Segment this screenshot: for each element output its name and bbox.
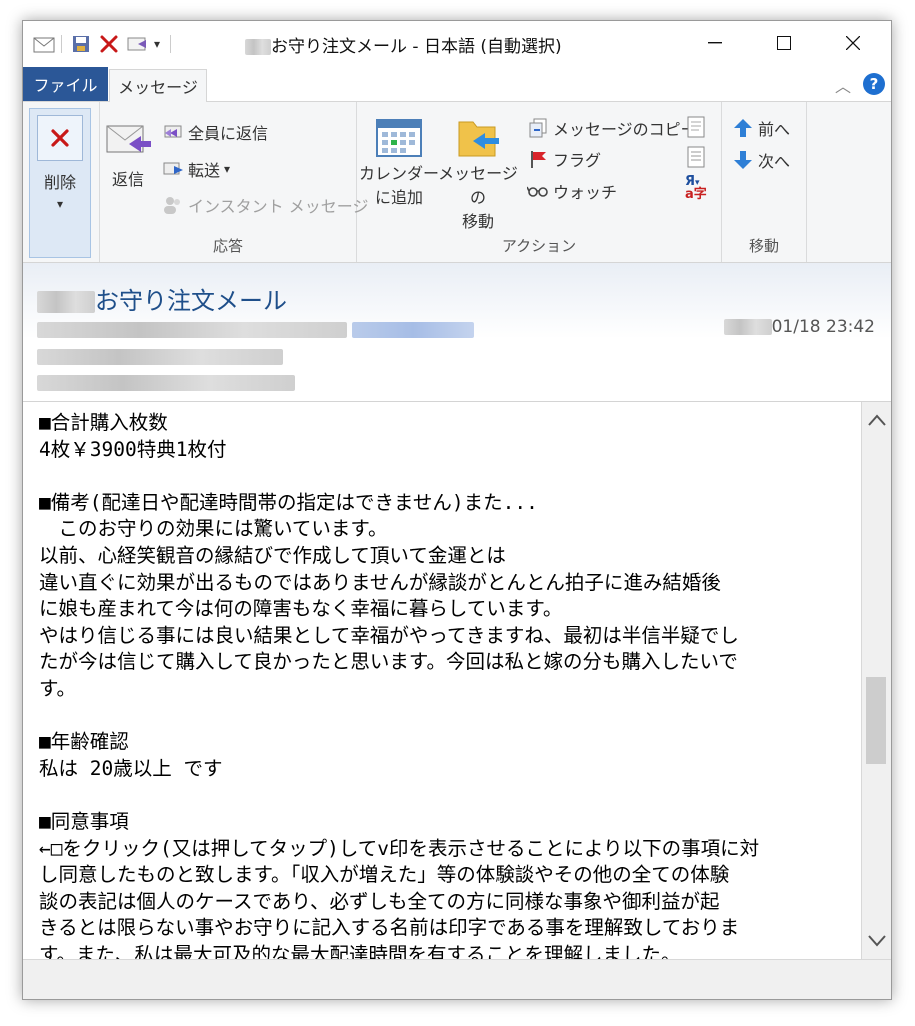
- instant-message-button[interactable]: インスタント メッセージ: [162, 193, 368, 217]
- quick-access-toolbar: ▾: [33, 33, 172, 55]
- reply-icon[interactable]: [126, 33, 148, 55]
- forward-dropdown-icon[interactable]: ▾: [224, 162, 230, 176]
- navigation-group: 前へ 次へ 移動: [722, 102, 807, 262]
- scroll-down-button[interactable]: [862, 923, 891, 959]
- instant-message-label: インスタント メッセージ: [188, 197, 369, 216]
- actions-group: カレンダー に追加 メッセージの 移動 メッセージのコピー フラグ ウォッチ Я…: [357, 102, 722, 262]
- copy-label: メッセージのコピー: [553, 120, 697, 139]
- redacted-date-prefix: [723, 319, 772, 335]
- qat-dropdown-icon[interactable]: ▾: [154, 37, 160, 51]
- collapse-ribbon-icon[interactable]: ︿: [835, 73, 851, 97]
- calendar-label-2: に追加: [374, 188, 423, 207]
- close-button[interactable]: [821, 21, 885, 65]
- toolbar-separator: [170, 35, 172, 53]
- view-source-icon[interactable]: [687, 116, 705, 142]
- forward-icon: [162, 158, 184, 180]
- next-label: 次へ: [758, 152, 791, 171]
- copy-message-button[interactable]: メッセージのコピー: [527, 116, 697, 140]
- reply-all-button[interactable]: 全員に返信: [162, 120, 268, 144]
- redacted-sender: [37, 319, 475, 338]
- reply-label: 返信: [111, 170, 144, 189]
- reply-button[interactable]: 返信: [104, 116, 152, 190]
- watch-label: ウォッチ: [553, 183, 618, 202]
- envelope-icon: [33, 33, 55, 55]
- arrow-down-icon: [732, 149, 754, 171]
- previous-label: 前へ: [758, 120, 791, 139]
- chevron-up-icon: [867, 414, 886, 426]
- redacted-shop-name: [37, 291, 95, 313]
- encoding-icon[interactable]: Я▾ a字: [685, 175, 707, 201]
- arrow-up-icon: [732, 117, 754, 139]
- next-button[interactable]: 次へ: [732, 148, 790, 172]
- ribbon: 削除 ▾ 返信 全員に返信 転送 ▾ インスタント メッセージ 応答 カレンダー…: [23, 102, 891, 263]
- message-header: お守り注文メール 01/18 23:42: [23, 263, 891, 402]
- help-icon[interactable]: ?: [863, 73, 885, 95]
- status-bar: [23, 959, 891, 999]
- message-body-text: ■合計購入枚数 4枚￥3900特典1枚付 ■備考(配達日や配達時間帯の指定はでき…: [39, 411, 760, 959]
- navigation-group-label: 移動: [748, 237, 779, 255]
- maximize-button[interactable]: [752, 21, 816, 65]
- flag-icon: [527, 148, 549, 170]
- delete-icon[interactable]: [98, 33, 120, 55]
- message-body[interactable]: ■合計購入枚数 4枚￥3900特典1枚付 ■備考(配達日や配達時間帯の指定はでき…: [23, 402, 861, 959]
- folder-move-icon: [458, 121, 499, 157]
- delete-label: 削除: [43, 173, 76, 192]
- move-label-2: 移動: [461, 212, 494, 231]
- reply-all-label: 全員に返信: [188, 124, 269, 143]
- flag-button[interactable]: フラグ: [527, 147, 601, 171]
- minimize-button[interactable]: [683, 21, 747, 65]
- title-bar: ▾ お守り注文メール - 日本語 (自動選択): [23, 21, 891, 67]
- redacted-recipients: [37, 349, 295, 391]
- message-subject: お守り注文メール: [37, 281, 287, 316]
- ribbon-tabs: ファイル メッセージ ︿ ?: [23, 67, 891, 102]
- scroll-up-button[interactable]: [862, 402, 891, 438]
- glasses-icon: [527, 180, 549, 202]
- chevron-down-icon: [867, 935, 886, 947]
- forward-button[interactable]: 転送 ▾: [162, 157, 230, 181]
- copy-icon: [527, 117, 549, 139]
- respond-group: 返信 全員に返信 転送 ▾ インスタント メッセージ 応答: [100, 102, 368, 262]
- tab-message[interactable]: メッセージ: [109, 69, 207, 102]
- respond-group-label: 応答: [212, 237, 243, 255]
- people-icon: [162, 194, 184, 216]
- watch-button[interactable]: ウォッチ: [527, 179, 617, 203]
- vertical-scrollbar[interactable]: [861, 402, 891, 959]
- window-title-text: お守り注文メール - 日本語 (自動選択): [271, 37, 562, 57]
- delete-button[interactable]: 削除 ▾: [29, 108, 91, 258]
- calendar-label-1: カレンダー: [359, 164, 440, 183]
- delete-dropdown-icon[interactable]: ▾: [57, 197, 63, 211]
- scrollbar-thumb[interactable]: [866, 677, 886, 764]
- calendar-icon: [376, 119, 422, 157]
- toolbar-separator: [61, 35, 62, 53]
- move-message-button[interactable]: メッセージの 移動: [435, 114, 521, 234]
- date-text: 01/18 23:42: [771, 317, 875, 337]
- move-label-1: メッセージの: [438, 164, 518, 207]
- save-icon[interactable]: [70, 33, 92, 55]
- delete-x-icon: [37, 115, 83, 161]
- redacted-shop-name: [245, 39, 271, 55]
- flag-label: フラグ: [553, 151, 602, 170]
- properties-icon[interactable]: [687, 146, 705, 172]
- delete-group: 削除 ▾: [23, 102, 100, 262]
- reply-envelope-icon: [106, 125, 151, 153]
- subject-text: お守り注文メール: [95, 287, 287, 315]
- reply-all-icon: [162, 121, 184, 143]
- mail-window: ▾ お守り注文メール - 日本語 (自動選択) ファイル メッセージ ︿ ? 削…: [22, 20, 892, 1000]
- actions-group-label: アクション: [501, 237, 577, 255]
- forward-label: 転送: [188, 161, 221, 180]
- window-title: お守り注文メール - 日本語 (自動選択): [245, 32, 562, 57]
- message-date: 01/18 23:42: [723, 317, 875, 337]
- tab-file[interactable]: ファイル: [23, 67, 108, 101]
- previous-button[interactable]: 前へ: [732, 116, 790, 140]
- add-to-calendar-button[interactable]: カレンダー に追加: [359, 118, 439, 210]
